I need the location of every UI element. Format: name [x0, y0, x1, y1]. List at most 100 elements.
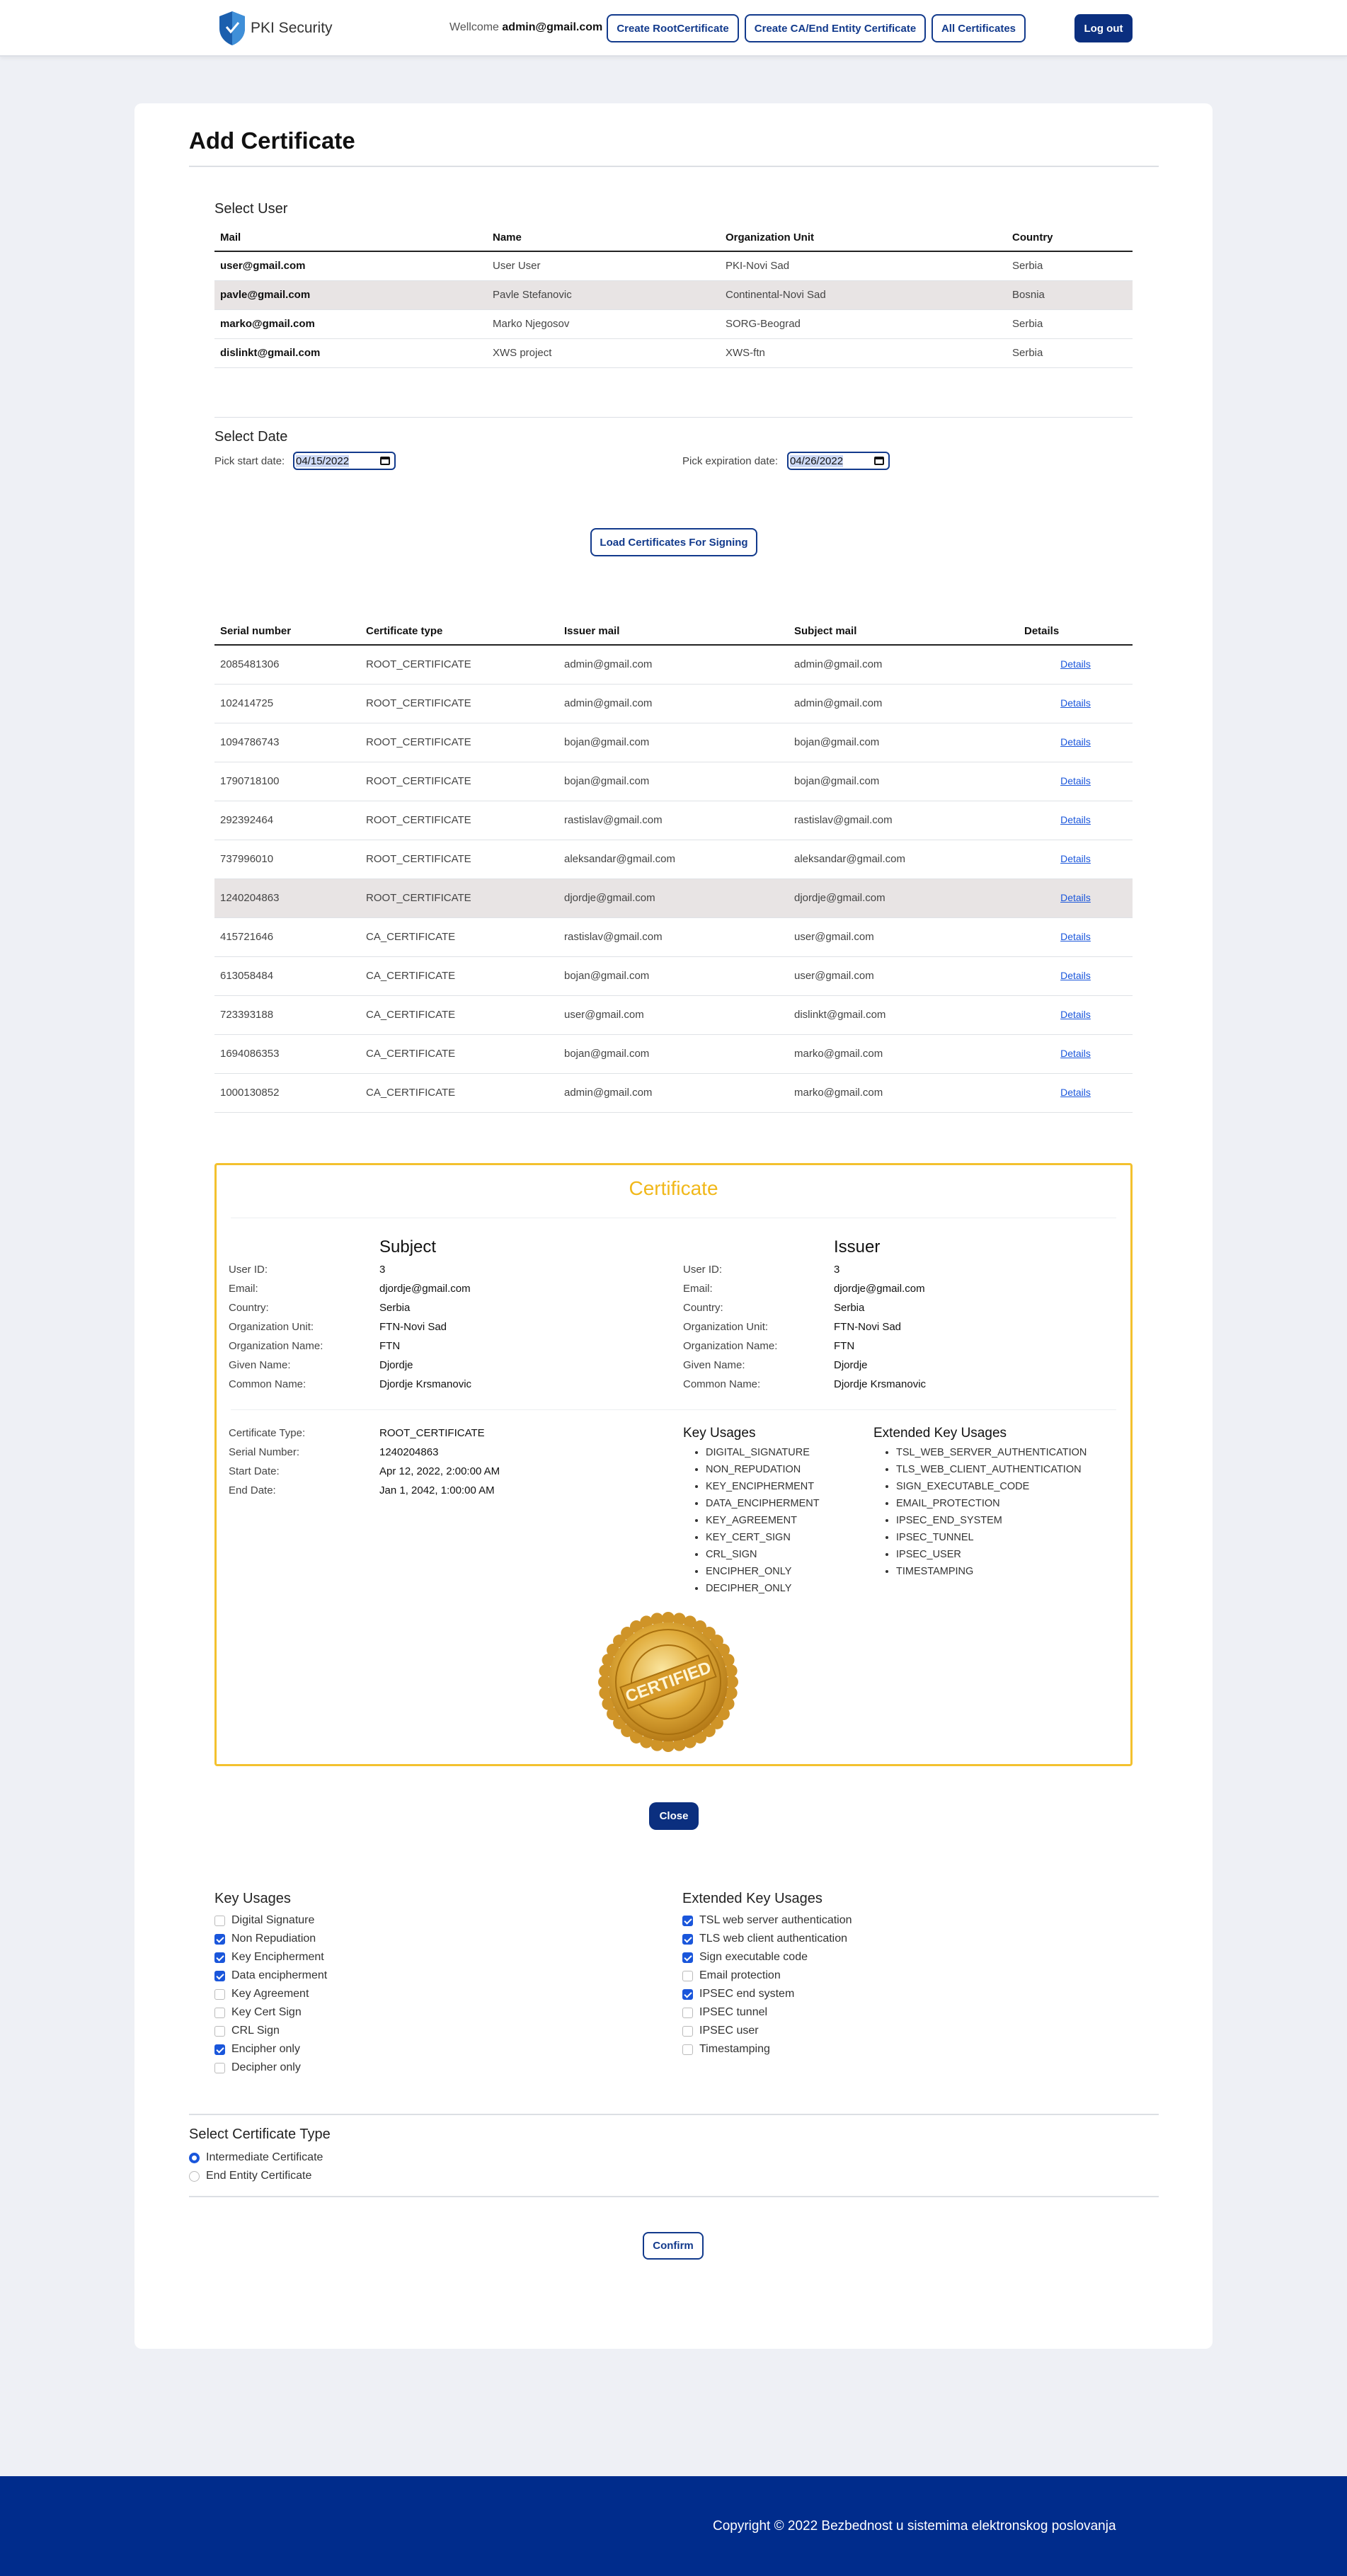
- subject-field-value: Serbia: [379, 1302, 411, 1314]
- certificate-serial-cell: 737996010: [214, 840, 360, 879]
- logout-button[interactable]: Log out: [1074, 14, 1133, 42]
- details-link[interactable]: Details: [1060, 736, 1091, 748]
- checkbox[interactable]: [214, 2025, 225, 2037]
- details-link[interactable]: Details: [1060, 697, 1091, 709]
- issuer-field-label: Given Name:: [683, 1359, 745, 1371]
- checkbox[interactable]: [214, 1952, 225, 1963]
- end-date-input[interactable]: 04/26/2022: [787, 452, 890, 470]
- subject-field-label: Country:: [229, 1302, 269, 1314]
- key-usage-option[interactable]: Encipher only: [214, 2040, 327, 2059]
- details-link[interactable]: Details: [1060, 1087, 1091, 1098]
- details-link[interactable]: Details: [1060, 658, 1091, 670]
- certificate-details-cell: Details: [1019, 723, 1133, 762]
- key-usage-option[interactable]: Non Repudiation: [214, 1930, 327, 1948]
- start-date-input[interactable]: 04/15/2022: [293, 452, 396, 470]
- start-date-value: 04/15/2022: [296, 454, 350, 467]
- end-date-value: 04/26/2022: [790, 454, 844, 467]
- radio-button[interactable]: [189, 2170, 200, 2182]
- ext-key-usage-option[interactable]: Timestamping: [682, 2040, 852, 2059]
- checkbox[interactable]: [214, 1970, 225, 1981]
- details-link[interactable]: Details: [1060, 853, 1091, 864]
- details-link[interactable]: Details: [1060, 892, 1091, 903]
- details-link[interactable]: Details: [1060, 970, 1091, 981]
- user-row[interactable]: marko@gmail.com Marko Njegosov SORG-Beogra…: [214, 309, 1133, 339]
- details-link[interactable]: Details: [1060, 1048, 1091, 1059]
- user-row[interactable]: pavle@gmail.com Pavle Stefanovic Continent…: [214, 280, 1133, 310]
- checkbox[interactable]: [214, 1988, 225, 2000]
- key-usage-option[interactable]: Data encipherment: [214, 1967, 327, 1985]
- details-link[interactable]: Details: [1060, 1009, 1091, 1020]
- ext-key-usages-checkboxes: TSL web server authentication TLS web cli…: [682, 1911, 852, 2059]
- key-usage-option[interactable]: Digital Signature: [214, 1911, 327, 1930]
- details-link[interactable]: Details: [1060, 775, 1091, 786]
- certificate-type-cell: ROOT_CERTIFICATE: [360, 723, 558, 762]
- ext-key-usage-option[interactable]: Sign executable code: [682, 1948, 852, 1967]
- key-usage-option[interactable]: Key Agreement: [214, 1985, 327, 2003]
- shield-logo-icon: [219, 11, 245, 45]
- confirm-button[interactable]: Confirm: [643, 2232, 704, 2260]
- ext-key-usage-label: IPSEC tunnel: [699, 2006, 768, 2018]
- certificate-type-option[interactable]: Intermediate Certificate: [189, 2148, 323, 2167]
- checkbox[interactable]: [214, 1933, 225, 1945]
- subject-fields: User ID: 3 Email: djordje@gmail.com Country:…: [229, 1264, 583, 1397]
- close-button[interactable]: Close: [649, 1802, 699, 1830]
- certificate-type-option[interactable]: End Entity Certificate: [189, 2167, 323, 2185]
- ext-key-usage-option[interactable]: TSL web server authentication: [682, 1911, 852, 1930]
- ext-key-usage-option[interactable]: IPSEC tunnel: [682, 2003, 852, 2022]
- ext-key-usage-option[interactable]: TLS web client authentication: [682, 1930, 852, 1948]
- ext-key-usage-option[interactable]: IPSEC end system: [682, 1985, 852, 2003]
- key-usage-option[interactable]: Key Encipherment: [214, 1948, 327, 1967]
- user-row[interactable]: dislinkt@gmail.com XWS project XWS-ftn Serb…: [214, 338, 1133, 368]
- certificate-subject-cell: user@gmail.com: [789, 956, 1019, 996]
- create-root-certificate-button[interactable]: Create RootCertificate: [607, 14, 739, 42]
- radio-button[interactable]: [189, 2152, 200, 2163]
- subject-field-label: Organization Unit:: [229, 1321, 314, 1333]
- checkbox[interactable]: [682, 1952, 693, 1963]
- calendar-icon[interactable]: [874, 457, 884, 465]
- certificate-issuer-cell: bojan@gmail.com: [558, 1034, 789, 1074]
- checkbox[interactable]: [682, 1970, 693, 1981]
- checkbox[interactable]: [682, 2007, 693, 2018]
- issuer-field-value: Djordje Krsmanovic: [834, 1378, 927, 1390]
- checkbox[interactable]: [682, 1988, 693, 2000]
- welcome-text: Wellcome admin@gmail.com: [449, 21, 602, 34]
- issuer-field-value: Serbia: [834, 1302, 865, 1314]
- key-usage-option[interactable]: Key Cert Sign: [214, 2003, 327, 2022]
- ext-key-usage-option[interactable]: Email protection: [682, 1967, 852, 1985]
- user-name-cell: Marko Njegosov: [487, 309, 720, 339]
- create-ca-certificate-button[interactable]: Create CA/End Entity Certificate: [745, 14, 926, 42]
- certificate-info-field-value: ROOT_CERTIFICATE: [379, 1427, 485, 1439]
- details-link[interactable]: Details: [1060, 931, 1091, 942]
- brand[interactable]: PKI Security: [217, 10, 333, 47]
- user-row[interactable]: user@gmail.com User User PKI-Novi Sad Serbi…: [214, 251, 1133, 281]
- ext-key-usage-option[interactable]: IPSEC user: [682, 2022, 852, 2040]
- welcome-user: admin@gmail.com: [502, 21, 603, 33]
- ext-key-usage-label: Timestamping: [699, 2043, 770, 2055]
- ext-key-usages-title: Extended Key Usages: [873, 1426, 1007, 1441]
- checkbox[interactable]: [214, 2007, 225, 2018]
- details-link[interactable]: Details: [1060, 814, 1091, 825]
- load-certificates-button[interactable]: Load Certificates For Signing: [590, 528, 757, 556]
- checkbox[interactable]: [214, 2044, 225, 2055]
- checkbox[interactable]: [214, 1915, 225, 1926]
- checkbox[interactable]: [214, 2062, 225, 2073]
- certificate-subject-cell: admin@gmail.com: [789, 684, 1019, 723]
- certificate-issuer-cell: admin@gmail.com: [558, 1073, 789, 1113]
- all-certificates-button[interactable]: All Certificates: [932, 14, 1026, 42]
- calendar-icon[interactable]: [380, 457, 390, 465]
- certs-header-serial: Serial number: [214, 618, 360, 646]
- user-mail-cell: pavle@gmail.com: [214, 280, 487, 310]
- key-usage-option[interactable]: CRL Sign: [214, 2022, 327, 2040]
- checkbox[interactable]: [682, 2044, 693, 2055]
- checkbox[interactable]: [682, 1915, 693, 1926]
- key-usage-item: ENCIPHER_ONLY: [706, 1566, 820, 1583]
- key-usage-option[interactable]: Decipher only: [214, 2059, 327, 2077]
- issuer-field-value: 3: [834, 1264, 840, 1276]
- checkbox[interactable]: [682, 2025, 693, 2037]
- certificate-subject-cell: aleksandar@gmail.com: [789, 840, 1019, 879]
- certificate-details-cell: Details: [1019, 1073, 1133, 1113]
- user-org-unit-cell: PKI-Novi Sad: [720, 251, 1007, 281]
- checkbox[interactable]: [682, 1933, 693, 1945]
- certificate-subject-cell: marko@gmail.com: [789, 1073, 1019, 1113]
- users-header-country: Country: [1007, 224, 1133, 252]
